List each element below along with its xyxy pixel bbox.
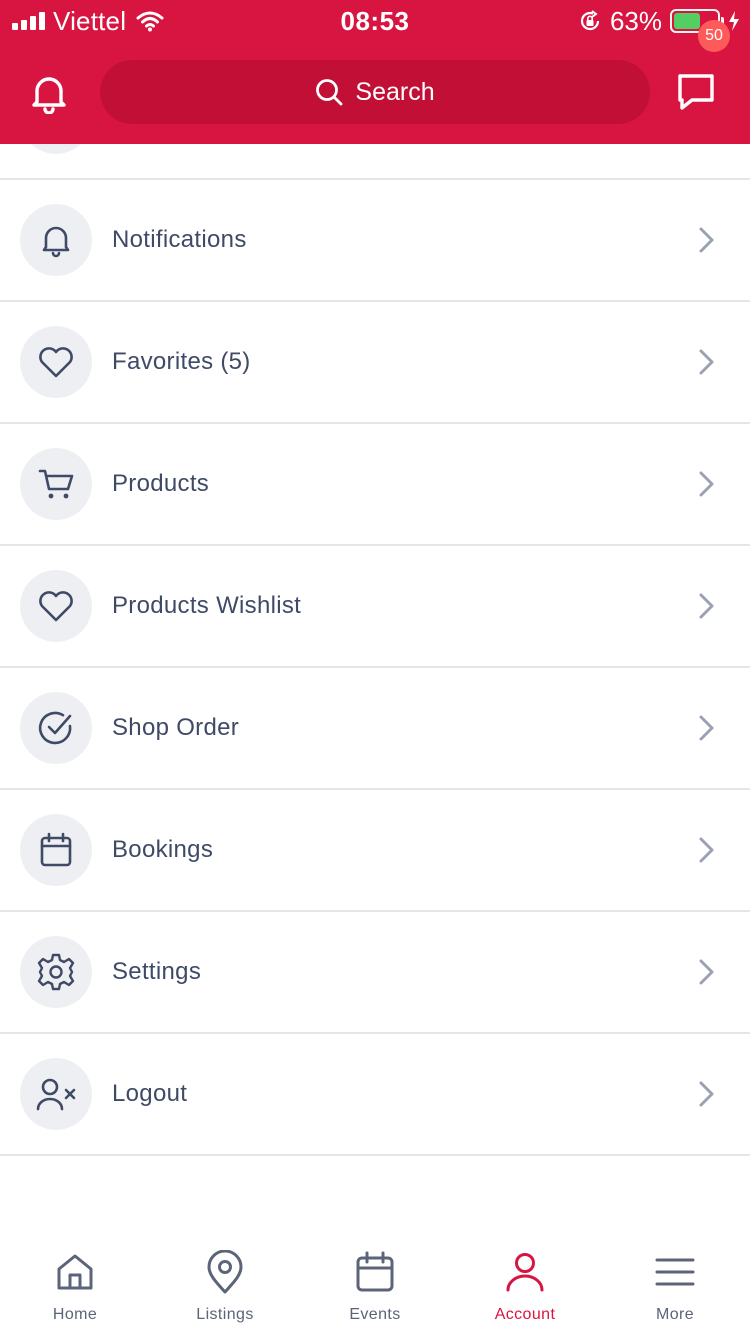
menu-icon <box>655 1258 695 1286</box>
icon-badge <box>20 814 92 886</box>
gear-icon <box>37 953 75 991</box>
tab-label: Listings <box>196 1306 254 1323</box>
user-icon <box>506 1253 544 1292</box>
menu-item-logout[interactable]: Logout <box>0 1034 750 1156</box>
tab-events[interactable]: Events <box>300 1234 450 1334</box>
rotation-lock-icon <box>580 10 600 31</box>
notifications-button[interactable] <box>26 70 72 116</box>
user-x-icon <box>36 1078 76 1111</box>
menu-item-products-wishlist[interactable]: Products Wishlist <box>0 546 750 668</box>
message-count-badge: 50 <box>698 20 730 52</box>
tab-label: Home <box>52 1306 98 1323</box>
menu-item-favorites[interactable]: Favorites (5) <box>0 302 750 424</box>
heart-icon <box>39 591 73 622</box>
menu-item-products[interactable]: Products <box>0 424 750 546</box>
chevron-right-icon <box>699 227 714 253</box>
search-placeholder: Search <box>355 77 435 106</box>
icon-badge <box>20 692 92 764</box>
menu-item-notifications[interactable]: Notifications <box>0 180 750 302</box>
icon-badge <box>20 936 92 1008</box>
menu-item-label: Products <box>112 470 210 497</box>
charging-bolt-icon <box>729 11 739 31</box>
chevron-right-icon <box>699 715 714 741</box>
menu-item-label: Settings <box>112 958 202 985</box>
bottom-tab-bar: Home Listings Events Account More <box>0 1234 750 1334</box>
chevron-right-icon <box>699 837 714 863</box>
messages-button[interactable] <box>676 70 726 116</box>
tab-label: More <box>655 1306 695 1323</box>
menu-item-label: Favorites (5) <box>112 348 251 375</box>
app-bar: Search <box>0 42 750 144</box>
tab-home[interactable]: Home <box>0 1234 150 1334</box>
menu-item-label: Bookings <box>112 836 214 863</box>
bell-icon <box>42 226 70 258</box>
cart-icon <box>38 469 74 499</box>
menu-item-shop-order[interactable]: Shop Order <box>0 668 750 790</box>
tab-listings[interactable]: Listings <box>150 1234 300 1334</box>
icon-badge <box>20 326 92 398</box>
home-icon <box>57 1254 93 1290</box>
chevron-right-icon <box>699 593 714 619</box>
menu-item-bookings[interactable]: Bookings <box>0 790 750 912</box>
tab-label: Events <box>349 1306 401 1323</box>
battery-fill <box>674 13 701 29</box>
icon-badge <box>20 204 92 276</box>
search-bar[interactable]: Search <box>100 60 650 124</box>
chevron-right-icon <box>699 959 714 985</box>
icon-badge <box>20 448 92 520</box>
tab-account[interactable]: Account <box>450 1234 600 1334</box>
check-circle-icon <box>38 711 72 745</box>
chevron-right-icon <box>699 1081 714 1107</box>
chevron-right-icon <box>699 349 714 375</box>
bell-icon <box>32 77 66 114</box>
tab-more[interactable]: More <box>600 1234 750 1334</box>
status-bar: Viettel 08:53 63% <box>0 0 750 42</box>
calendar-icon <box>40 832 72 867</box>
icon-badge <box>20 1058 92 1130</box>
menu-item-settings[interactable]: Settings <box>0 912 750 1034</box>
search-icon <box>316 79 343 106</box>
menu-item-label: Notifications <box>112 226 247 253</box>
menu-item-label: Products Wishlist <box>112 592 302 619</box>
icon-badge <box>20 570 92 642</box>
map-pin-icon <box>207 1250 243 1294</box>
heart-icon <box>39 347 73 378</box>
chevron-right-icon <box>699 471 714 497</box>
profile-avatar <box>20 144 92 154</box>
calendar-icon <box>356 1251 394 1292</box>
header: Viettel 08:53 63% Search 50 <box>0 0 750 144</box>
account-menu: Notifications Favorites (5) Products Pro… <box>0 144 750 1204</box>
tab-label: Account <box>494 1306 556 1323</box>
chat-icon <box>678 74 714 110</box>
battery-percent: 63% <box>609 5 662 36</box>
menu-item-label: Logout <box>112 1080 188 1107</box>
menu-item-label: Shop Order <box>112 714 240 741</box>
